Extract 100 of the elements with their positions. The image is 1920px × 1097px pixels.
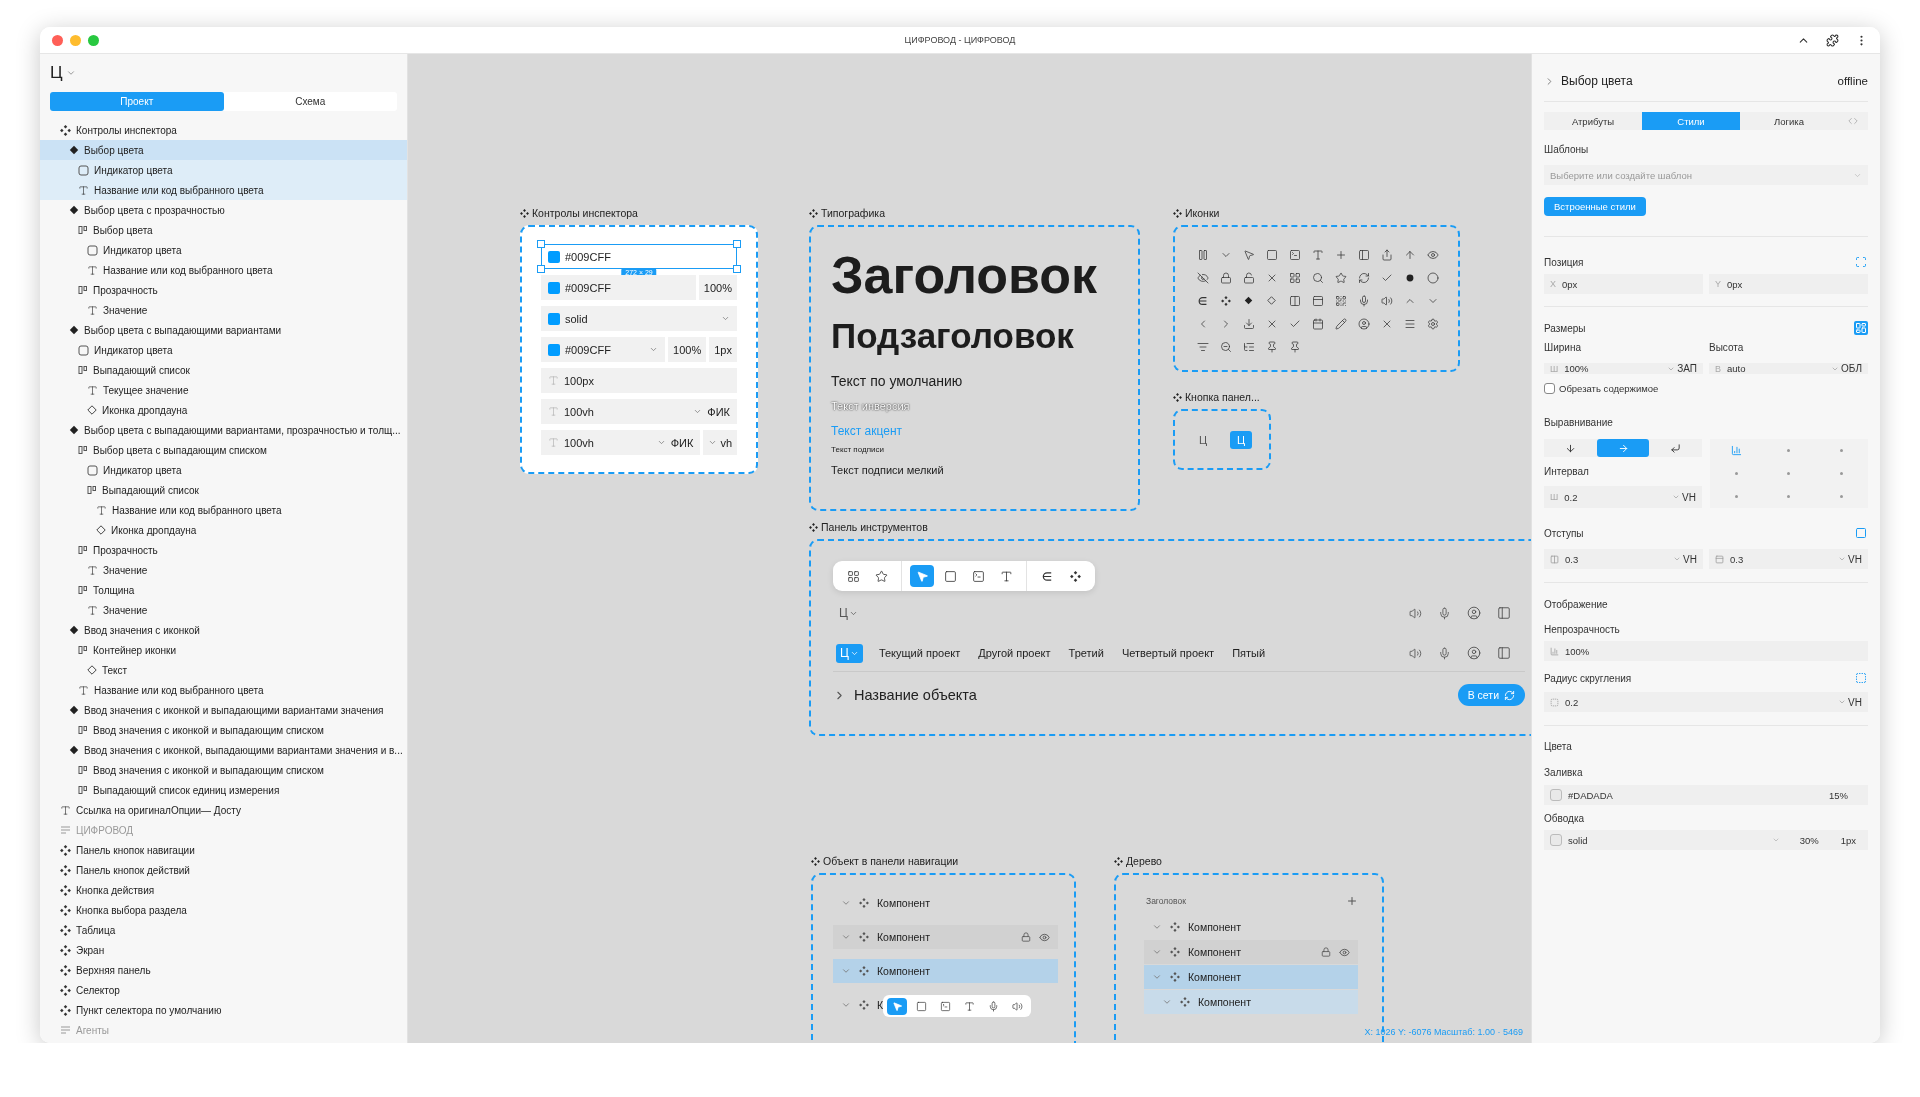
- checkbox[interactable]: [1544, 383, 1555, 394]
- tree-item[interactable]: Ввод значения с иконкой и выпадающим списком: [40, 760, 407, 780]
- tree-item[interactable]: Экран: [40, 940, 407, 960]
- size-field[interactable]: В auto ОБЛ: [1709, 363, 1868, 374]
- value-field[interactable]: 100%: [698, 275, 737, 300]
- tree-item[interactable]: Контролы инспектора: [40, 120, 407, 140]
- mic-icon[interactable]: [1438, 606, 1451, 620]
- resize-handle[interactable]: [733, 240, 741, 248]
- tree-item[interactable]: Индикатор цвета: [40, 460, 407, 480]
- eye-icon[interactable]: [1039, 931, 1050, 943]
- padding-field[interactable]: 0.3 VH: [1709, 549, 1868, 569]
- value-field[interactable]: #009CFF: [541, 275, 696, 300]
- tree-item[interactable]: Прозрачность: [40, 540, 407, 560]
- radius-field[interactable]: 0.2 VH: [1544, 692, 1868, 712]
- panel-button[interactable]: Ц: [1192, 430, 1214, 449]
- tree-item[interactable]: Ввод значения с иконкой и выпадающим списком: [40, 720, 407, 740]
- nav-item[interactable]: К: [833, 993, 1058, 1017]
- tree-item[interactable]: Ввод значения с иконкой: [40, 620, 407, 640]
- sidebar-icon[interactable]: [1497, 646, 1511, 660]
- value-field[interactable]: #009CFF: [541, 337, 666, 362]
- volume-icon[interactable]: [1409, 606, 1422, 620]
- focus-button[interactable]: [1854, 255, 1868, 269]
- value-field[interactable]: 100vh ФИК: [541, 430, 701, 455]
- tree-item[interactable]: Значение: [40, 560, 407, 580]
- project-tab[interactable]: Пятый: [1230, 647, 1268, 659]
- tree-item[interactable]: Выбор цвета с выпадающими вариантами: [40, 320, 407, 340]
- tree-item[interactable]: Иконка дропдауна: [40, 520, 407, 540]
- value-field[interactable]: 100px: [541, 368, 737, 393]
- gap-field[interactable]: Ш 0.2 VH: [1544, 486, 1702, 508]
- opacity-field[interactable]: 100%: [1544, 641, 1868, 661]
- value-field[interactable]: 100vh ФИК: [541, 399, 737, 424]
- tree-item[interactable]: Индикатор цвета: [40, 340, 407, 360]
- project-tab[interactable]: Третий: [1066, 647, 1106, 659]
- tree-item[interactable]: Ввод значения с иконкой, выпадающими вариантами значения и в...: [40, 740, 407, 760]
- tree-item[interactable]: Селектор: [40, 980, 407, 1000]
- user-icon[interactable]: [1467, 646, 1481, 660]
- sidebar-icon[interactable]: [1497, 606, 1511, 620]
- tree-item[interactable]: Название или код выбранного цвета: [40, 180, 407, 200]
- value-field[interactable]: solid: [541, 306, 737, 331]
- eye-icon[interactable]: [1339, 946, 1350, 958]
- value-field[interactable]: 1px: [709, 337, 737, 362]
- tree-item[interactable]: Выбор цвета с прозрачностью: [40, 200, 407, 220]
- logo-menu[interactable]: Ц: [833, 606, 858, 620]
- tree-item[interactable]: Компонент: [1144, 990, 1358, 1014]
- project-tab[interactable]: Текущий проект: [876, 647, 963, 659]
- tree-item[interactable]: Контейнер иконки: [40, 640, 407, 660]
- tree-item[interactable]: Компонент: [1144, 915, 1358, 939]
- tree-item[interactable]: Текст: [40, 660, 407, 680]
- unit-dropdown[interactable]: ОБЛ: [1831, 363, 1862, 374]
- tree-item[interactable]: Выпадающий список: [40, 360, 407, 380]
- radius-mode-button[interactable]: [1854, 671, 1868, 685]
- tree-item[interactable]: Таблица: [40, 920, 407, 940]
- direction-button[interactable]: [1596, 439, 1650, 457]
- inspector-tab[interactable]: Логика: [1740, 112, 1838, 130]
- tree-item[interactable]: Верхняя панель: [40, 960, 407, 980]
- tree-item[interactable]: Кнопка действия: [40, 880, 407, 900]
- unit-dropdown[interactable]: VH: [1838, 553, 1862, 565]
- zoom-window-button[interactable]: [88, 34, 99, 46]
- unit-dropdown[interactable]: VH: [1673, 553, 1697, 565]
- project-tab[interactable]: Другой проект: [976, 647, 1053, 659]
- add-button[interactable]: [1346, 895, 1358, 907]
- value-field[interactable]: #009CFF: [541, 244, 737, 269]
- lock-icon[interactable]: [1021, 932, 1031, 942]
- tree-item[interactable]: Компонент: [1144, 965, 1358, 989]
- tree-item[interactable]: Выпадающий список: [40, 480, 407, 500]
- volume-icon[interactable]: [1409, 646, 1422, 660]
- padding-field[interactable]: 0.3 VH: [1544, 549, 1703, 569]
- user-icon[interactable]: [1467, 606, 1481, 620]
- tree-item[interactable]: Ввод значения с иконкой и выпадающими вариантами значения: [40, 700, 407, 720]
- minimize-window-button[interactable]: [70, 34, 81, 46]
- project-tab[interactable]: Четвертый проект: [1119, 647, 1217, 659]
- size-field[interactable]: Ш 100% ЗАП: [1544, 363, 1703, 374]
- fill-field[interactable]: #DADADA 15%: [1544, 785, 1868, 805]
- stroke-field[interactable]: solid 30% 1px: [1544, 830, 1868, 850]
- tree-item[interactable]: Ссылка на оригиналОпции— Досту: [40, 800, 407, 820]
- lock-icon[interactable]: [1321, 947, 1331, 957]
- unit-dropdown[interactable]: VH: [1672, 491, 1696, 503]
- tree-item[interactable]: Иконка дропдауна: [40, 400, 407, 420]
- resize-handle[interactable]: [537, 265, 545, 273]
- padding-mode-button[interactable]: [1854, 526, 1868, 540]
- resize-handle[interactable]: [537, 240, 545, 248]
- mic-icon[interactable]: [1438, 646, 1451, 660]
- tree-item[interactable]: Компонент: [1144, 940, 1358, 964]
- tree-item[interactable]: Выпадающий список единиц измерения: [40, 780, 407, 800]
- puzzle-icon[interactable]: [1826, 33, 1839, 47]
- nav-item[interactable]: Компонент: [833, 925, 1058, 949]
- tree-item[interactable]: Выбор цвета: [40, 140, 407, 160]
- unit-dropdown[interactable]: VH: [1838, 696, 1862, 708]
- position-field[interactable]: X 0px: [1544, 274, 1703, 294]
- logo-menu[interactable]: Ц: [50, 63, 76, 83]
- tree-item[interactable]: Выбор цвета с выпадающим списком: [40, 440, 407, 460]
- sidebar-tab[interactable]: Схема: [223, 92, 397, 111]
- layout-button[interactable]: [1854, 321, 1868, 335]
- resize-handle[interactable]: [733, 265, 741, 273]
- inspector-tab[interactable]: Атрибуты: [1544, 112, 1642, 130]
- tree-item[interactable]: Прозрачность: [40, 280, 407, 300]
- close-window-button[interactable]: [52, 34, 63, 46]
- tree-item[interactable]: Выбор цвета с выпадающими вариантами, прозрачностью и толщ...: [40, 420, 407, 440]
- tree-item[interactable]: Панель кнопок действий: [40, 860, 407, 880]
- tree-item[interactable]: Название или код выбранного цвета: [40, 680, 407, 700]
